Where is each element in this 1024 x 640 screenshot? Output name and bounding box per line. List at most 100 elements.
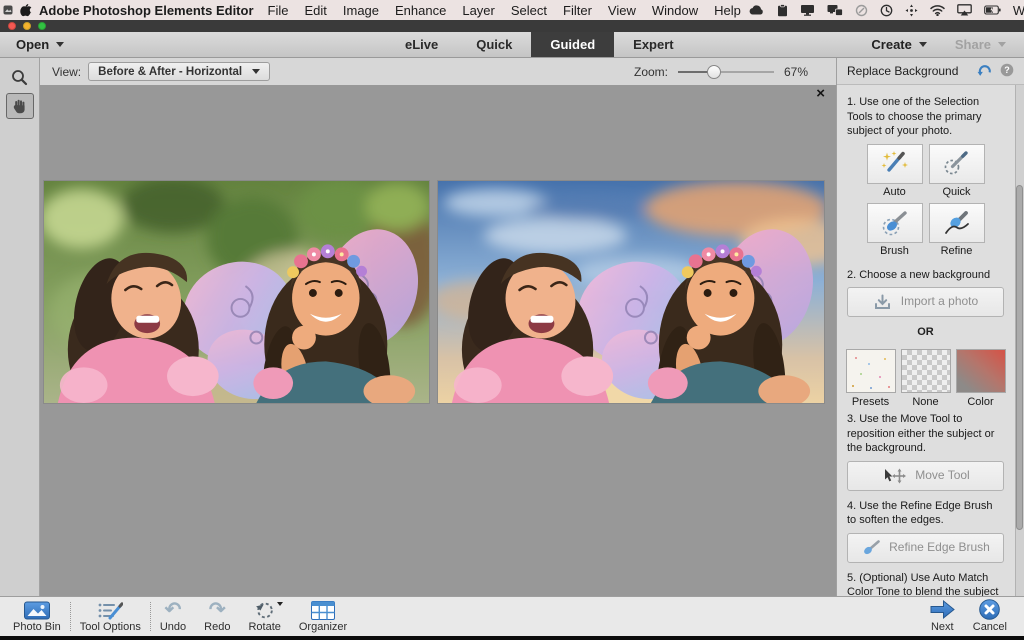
open-button[interactable]: Open (0, 32, 80, 57)
refine-selection-button[interactable] (929, 203, 985, 243)
zoom-value: 67% (784, 65, 814, 79)
time-machine-icon[interactable] (880, 4, 893, 17)
wrench-icon[interactable] (855, 4, 868, 17)
help-icon[interactable]: ? (1000, 63, 1014, 80)
crosshair-icon[interactable] (905, 4, 918, 17)
replace-background-panel: Replace Background ? 1. Use one of the S… (836, 58, 1024, 596)
before-photo[interactable] (43, 180, 430, 404)
tab-guided[interactable]: Guided (531, 32, 614, 57)
menu-help[interactable]: Help (706, 3, 749, 18)
sidecar-display-icon[interactable] (827, 4, 843, 16)
close-guided-edit-icon[interactable]: × (816, 86, 825, 102)
auto-selection-button[interactable] (867, 144, 923, 184)
quick-selection-button[interactable] (929, 144, 985, 184)
photo-bin-label: Photo Bin (13, 621, 61, 633)
move-tool-label: Move Tool (915, 468, 969, 484)
menu-layer[interactable]: Layer (454, 3, 503, 18)
panel-scrollbar-thumb[interactable] (1016, 185, 1023, 530)
zoom-slider-fill (678, 71, 711, 73)
menubar-app-name[interactable]: Adobe Photoshop Elements Editor (39, 3, 254, 18)
presets-label: Presets (852, 395, 889, 410)
mode-tabbar: Open eLive Quick Guided Expert Create Sh… (0, 32, 1024, 58)
battery-icon[interactable] (984, 5, 1001, 15)
clipboard-icon[interactable] (777, 4, 788, 17)
menu-window[interactable]: Window (644, 3, 706, 18)
organizer-button[interactable]: Organizer (290, 597, 356, 636)
mode-tabs: eLive Quick Guided Expert (386, 32, 693, 57)
import-photo-label: Import a photo (901, 294, 978, 310)
display-icon[interactable] (800, 4, 815, 16)
magic-wand-icon (880, 150, 910, 177)
menu-image[interactable]: Image (335, 3, 387, 18)
close-window-button[interactable] (8, 22, 16, 30)
step2-text: 2. Choose a new background (847, 268, 1004, 283)
import-photo-button[interactable]: Import a photo (847, 287, 1004, 317)
next-button[interactable]: Next (921, 597, 964, 636)
rotate-button[interactable]: Rotate (239, 597, 289, 636)
photo-bin-button[interactable]: Photo Bin (4, 597, 70, 636)
move-tool-icon (881, 468, 906, 484)
undo-button[interactable]: ↶ Undo (151, 597, 195, 636)
menu-view[interactable]: View (600, 3, 644, 18)
menu-select[interactable]: Select (503, 3, 555, 18)
tab-expert[interactable]: Expert (614, 32, 692, 57)
tab-quick[interactable]: Quick (457, 32, 531, 57)
zoom-slider[interactable] (678, 65, 774, 79)
move-tool-button[interactable]: Move Tool (847, 461, 1004, 491)
refine-edge-brush-button[interactable]: Refine Edge Brush (847, 533, 1004, 563)
screen-bottom-edge (0, 636, 1024, 640)
cancel-button[interactable]: Cancel (964, 597, 1016, 636)
cloud-icon[interactable] (749, 4, 765, 16)
refine-label: Refine (941, 244, 973, 259)
image-icon[interactable] (3, 5, 13, 15)
none-label: None (912, 395, 938, 410)
menubar-clock[interactable]: Wed Nov 8 12:11 (1013, 3, 1024, 18)
reset-panel-icon[interactable] (977, 63, 992, 80)
zoom-window-button[interactable] (38, 22, 46, 30)
quick-selection-icon (942, 150, 972, 177)
menu-enhance[interactable]: Enhance (387, 3, 454, 18)
undo-label: Undo (160, 621, 186, 633)
tool-column (0, 58, 40, 596)
tool-options-button[interactable]: Tool Options (71, 597, 150, 636)
redo-label: Redo (204, 621, 230, 633)
canvas-area[interactable]: × (40, 86, 836, 596)
none-swatch[interactable] (901, 349, 951, 393)
apple-menu-icon[interactable] (20, 3, 32, 17)
undo-icon: ↶ (165, 600, 182, 620)
tool-options-icon (97, 600, 123, 620)
refine-edge-brush-label: Refine Edge Brush (889, 540, 990, 556)
rotate-dropdown-icon[interactable] (277, 602, 283, 606)
photoshop-elements-window: Adobe Photoshop Elements Editor File Edi… (0, 0, 1024, 640)
import-icon (873, 294, 892, 311)
after-photo[interactable] (437, 180, 825, 404)
zoom-tool-button[interactable] (6, 64, 34, 90)
menu-file[interactable]: File (260, 3, 297, 18)
tab-elive[interactable]: eLive (386, 32, 457, 57)
panel-scrollbar[interactable] (1015, 85, 1024, 596)
wifi-icon[interactable] (930, 5, 945, 16)
presets-swatch[interactable] (846, 349, 896, 393)
rotate-icon (255, 600, 275, 620)
help-glyph: ? (1004, 65, 1010, 75)
chevron-down-icon (56, 42, 64, 47)
brush-selection-button[interactable] (867, 203, 923, 243)
color-swatch[interactable] (956, 349, 1006, 393)
view-mode-dropdown[interactable]: Before & After - Horizontal (88, 62, 270, 81)
zoom-slider-thumb[interactable] (707, 65, 721, 79)
panel-header: Replace Background ? (837, 58, 1024, 85)
chevron-down-icon (998, 42, 1006, 47)
menu-edit[interactable]: Edit (296, 3, 334, 18)
minimize-window-button[interactable] (23, 22, 31, 30)
auto-label: Auto (883, 185, 906, 200)
redo-button[interactable]: ↷ Redo (195, 597, 239, 636)
hand-tool-button[interactable] (6, 93, 34, 119)
share-button[interactable]: Share (955, 37, 1006, 52)
step4-text: 4. Use the Refine Edge Brush to soften t… (847, 499, 1004, 528)
photo-bin-icon (24, 600, 50, 620)
airplay-icon[interactable] (957, 4, 972, 16)
menu-filter[interactable]: Filter (555, 3, 600, 18)
create-button[interactable]: Create (871, 37, 926, 52)
step3-text: 3. Use the Move Tool to reposition eithe… (847, 412, 1004, 456)
panel-body: 1. Use one of the Selection Tools to cho… (837, 85, 1024, 596)
